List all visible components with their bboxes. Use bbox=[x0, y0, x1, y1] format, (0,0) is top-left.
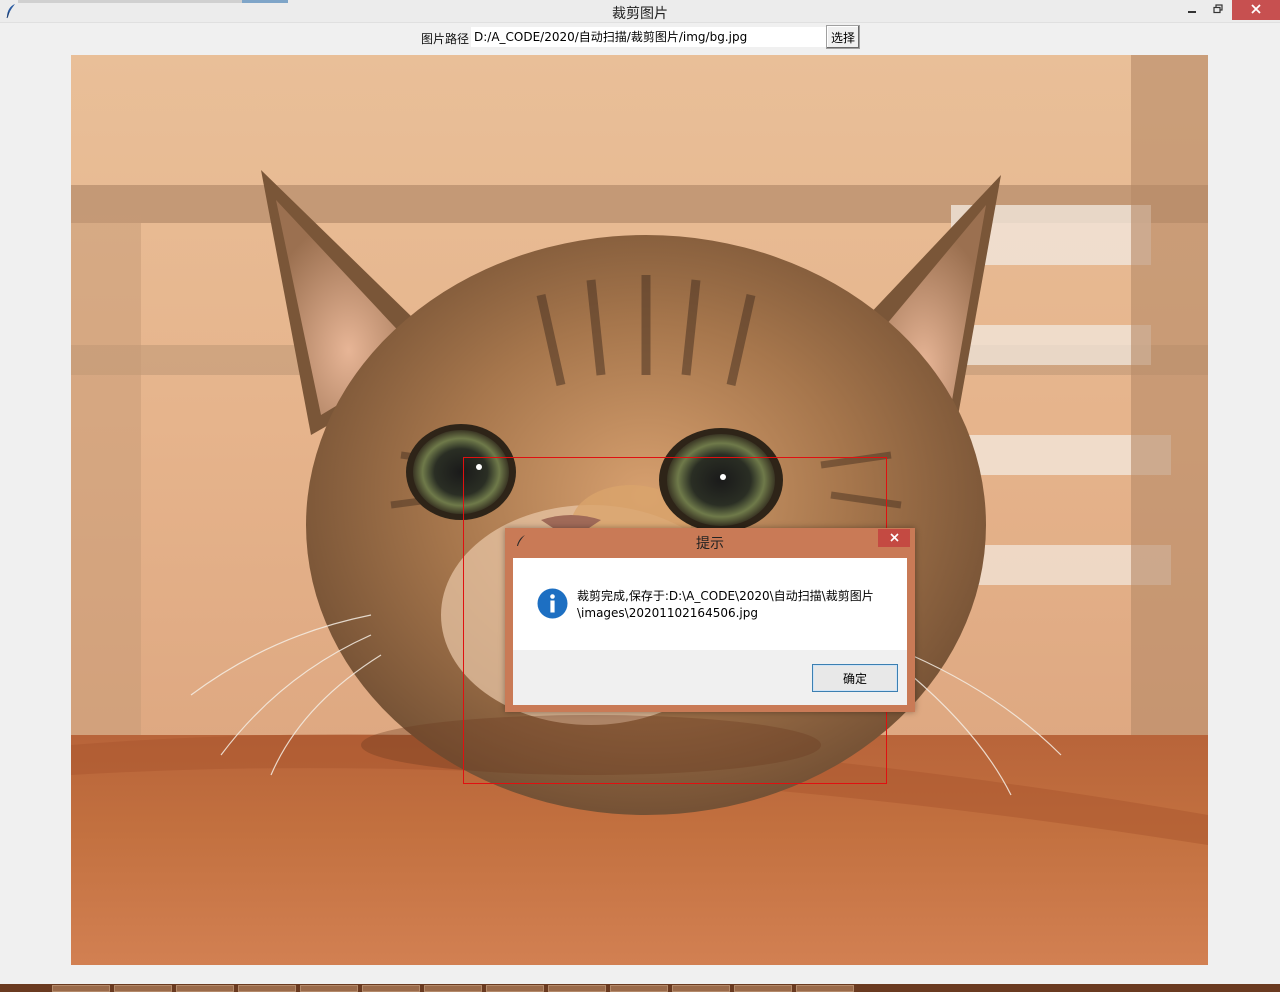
dialog-title: 提示 bbox=[696, 536, 724, 552]
message-dialog: 提示 裁剪完成,保存于:D:\A_CODE\2020\自动扫描\裁剪图片 \im… bbox=[505, 528, 915, 712]
restore-icon bbox=[1213, 3, 1223, 17]
taskbar-item[interactable] bbox=[300, 985, 358, 992]
minimize-icon bbox=[1187, 3, 1197, 17]
window-titlebar: 裁剪图片 bbox=[0, 0, 1280, 23]
choose-button[interactable]: 选择 bbox=[826, 25, 860, 49]
window-title: 裁剪图片 bbox=[612, 6, 668, 22]
taskbar-item[interactable] bbox=[176, 985, 234, 992]
minimize-button[interactable] bbox=[1178, 0, 1206, 20]
close-icon bbox=[889, 531, 899, 545]
taskbar-item[interactable] bbox=[734, 985, 792, 992]
message-line-1: 裁剪完成,保存于:D:\A_CODE\2020\自动扫描\裁剪图片 bbox=[577, 589, 874, 603]
taskbar-item[interactable] bbox=[424, 985, 482, 992]
close-icon bbox=[1251, 3, 1261, 17]
message-line-2: \images\20201102164506.jpg bbox=[577, 606, 758, 620]
dialog-titlebar: 提示 bbox=[505, 528, 915, 556]
info-icon bbox=[537, 588, 568, 622]
taskbar-item[interactable] bbox=[610, 985, 668, 992]
path-label: 图片路径 bbox=[421, 32, 470, 46]
taskbar bbox=[0, 984, 1280, 992]
cat-photo bbox=[71, 55, 1208, 965]
taskbar-item[interactable] bbox=[486, 985, 544, 992]
dialog-footer: 确定 bbox=[513, 650, 907, 705]
taskbar-item[interactable] bbox=[52, 985, 110, 992]
dialog-body: 裁剪完成,保存于:D:\A_CODE\2020\自动扫描\裁剪图片 \image… bbox=[513, 558, 907, 650]
taskbar-item[interactable] bbox=[548, 985, 606, 992]
path-row: 图片路径 选择 bbox=[0, 24, 1280, 52]
taskbar-item[interactable] bbox=[672, 985, 730, 992]
taskbar-item[interactable] bbox=[796, 985, 854, 992]
restore-button[interactable] bbox=[1204, 0, 1232, 20]
dialog-message: 裁剪完成,保存于:D:\A_CODE\2020\自动扫描\裁剪图片 \image… bbox=[577, 588, 897, 622]
path-input[interactable] bbox=[471, 27, 827, 47]
image-canvas[interactable] bbox=[71, 55, 1208, 965]
taskbar-item[interactable] bbox=[362, 985, 420, 992]
taskbar-item[interactable] bbox=[114, 985, 172, 992]
ok-button[interactable]: 确定 bbox=[812, 664, 898, 692]
dialog-close-button[interactable] bbox=[878, 529, 910, 547]
close-button[interactable] bbox=[1232, 0, 1280, 20]
taskbar-item[interactable] bbox=[238, 985, 296, 992]
